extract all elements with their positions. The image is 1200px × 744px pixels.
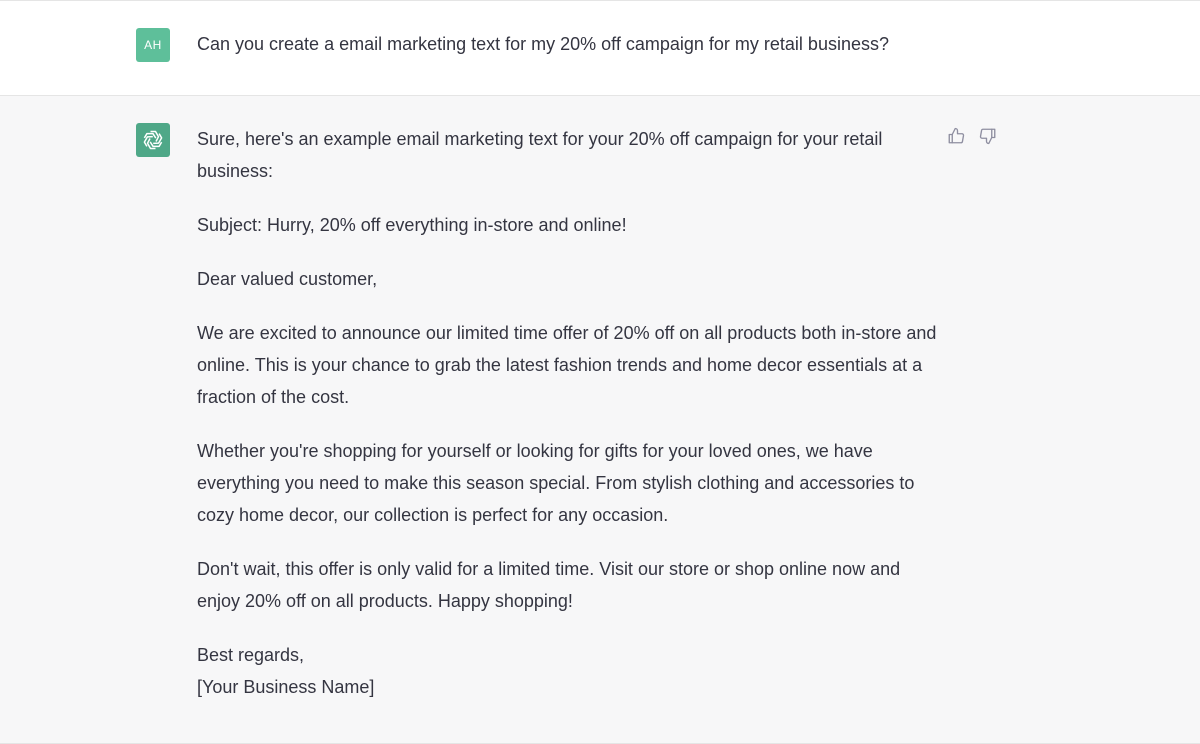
user-message: AH Can you create a email marketing text… [0,0,1200,96]
thumbs-up-button[interactable] [946,126,966,146]
chat-thread: AH Can you create a email marketing text… [0,0,1200,744]
user-message-text: Can you create a email marketing text fo… [197,34,889,54]
assistant-intro: Sure, here's an example email marketing … [197,129,883,181]
email-paragraph-1: We are excited to announce our limited t… [197,323,937,407]
email-paragraph-3: Don't wait, this offer is only valid for… [197,559,901,611]
thumbs-down-icon [979,128,996,145]
email-signature: [Your Business Name] [197,677,375,697]
user-avatar: AH [136,28,170,62]
email-subject: Subject: Hurry, 20% off everything in-st… [197,215,627,235]
thumbs-up-icon [948,127,965,144]
openai-logo-icon [143,130,163,150]
user-avatar-initials: AH [144,38,162,52]
assistant-message-body: Sure, here's an example email marketing … [197,123,942,703]
email-signoff: Best regards, [197,645,305,665]
thumbs-down-button[interactable] [978,126,998,146]
assistant-avatar [136,123,170,157]
feedback-buttons [946,126,998,146]
email-greeting: Dear valued customer, [197,269,378,289]
email-paragraph-2: Whether you're shopping for yourself or … [197,441,915,525]
assistant-message: Sure, here's an example email marketing … [0,96,1200,744]
